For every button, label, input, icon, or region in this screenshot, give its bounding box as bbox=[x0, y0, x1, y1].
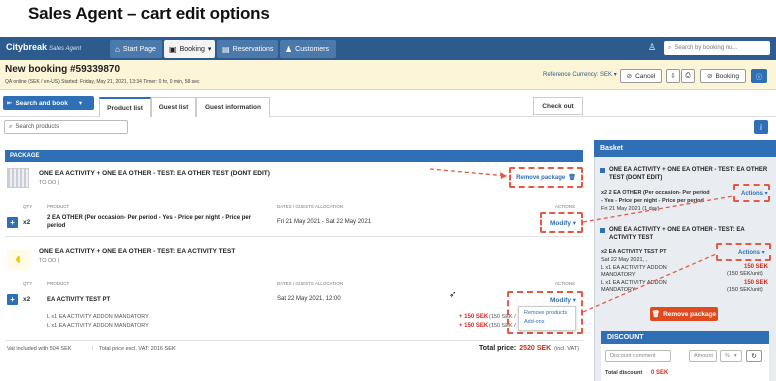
arrow-modify-actions bbox=[582, 195, 734, 223]
arrow-head bbox=[500, 172, 507, 179]
arrow-modify-menu-actions bbox=[582, 253, 717, 313]
annotation-arrows bbox=[429, 168, 734, 313]
mouse-cursor-icon: ➶ bbox=[449, 289, 457, 299]
arrow-remove-package bbox=[429, 168, 508, 177]
